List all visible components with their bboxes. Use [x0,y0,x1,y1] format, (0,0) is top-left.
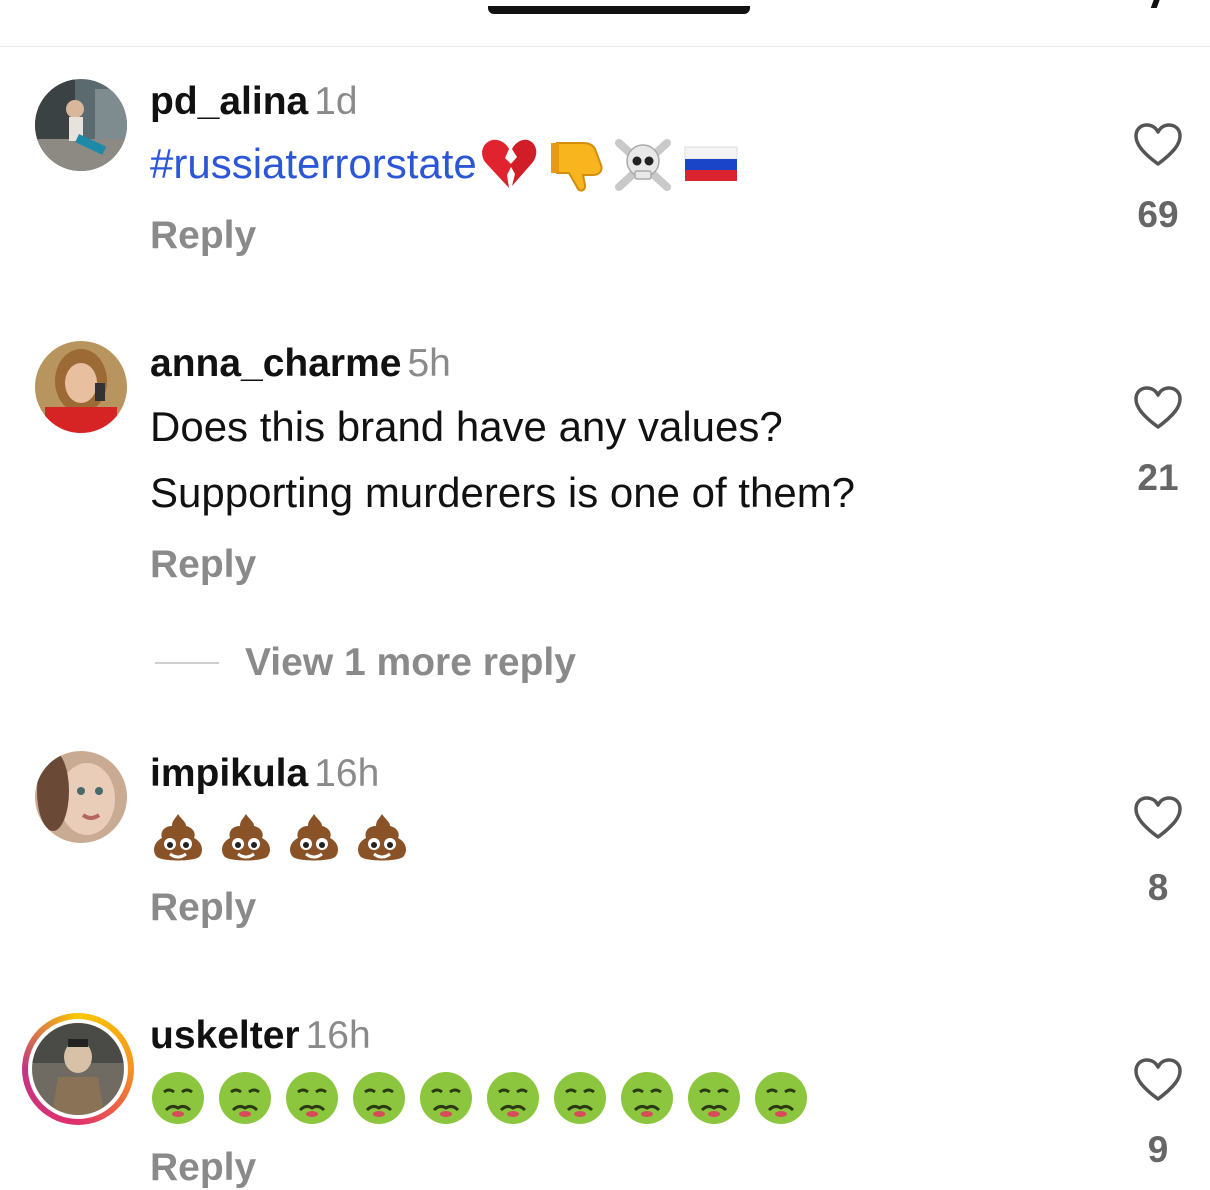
header-title-cropped [488,0,750,14]
comment-text: #russiaterrorstate [150,131,739,197]
avatar-image [35,79,127,171]
comment-text-line: Supporting murderers is one of them? [150,469,856,516]
avatar-image [35,341,127,433]
nauseated-face-icon [554,1072,606,1124]
skull-crossbones-icon [614,139,671,191]
reply-button[interactable]: Reply [150,543,256,587]
nauseated-face-icon [219,1072,271,1124]
nauseated-face-icon [286,1072,338,1124]
pile-of-poo-icon [222,814,270,861]
pile-of-poo-icon [358,814,406,861]
comment-header: pd_alina 1d [150,80,358,124]
filter-icon[interactable] [1128,0,1164,8]
avatar[interactable] [35,341,127,433]
like-count: 9 [1147,1129,1169,1170]
heart-icon[interactable] [1133,122,1183,168]
view-more-label: View 1 more reply [245,641,576,684]
avatar-image [32,1023,124,1115]
nauseated-face-icon [420,1072,472,1124]
nauseated-face-icon [487,1072,539,1124]
divider [155,662,219,664]
username[interactable]: impikula [150,752,308,795]
like-control: 8 [1128,795,1188,909]
view-more-replies-button[interactable]: View 1 more reply [155,638,576,688]
nauseated-face-icon [353,1072,405,1124]
reply-button[interactable]: Reply [150,214,256,258]
heart-icon[interactable] [1133,795,1183,841]
avatar-image [35,751,127,843]
russia-flag-icon [684,146,738,181]
pile-of-poo-icon [154,814,202,861]
pile-of-poo-icon [290,814,338,861]
like-count: 8 [1147,867,1169,908]
username[interactable]: anna_charme [150,342,401,385]
like-count: 21 [1137,457,1179,498]
comment-text-line: Does this brand have any values? [150,403,783,450]
emoji-row [150,1070,809,1126]
emoji-row [150,812,410,864]
username[interactable]: uskelter [150,1014,300,1057]
nauseated-face-icon [755,1072,807,1124]
avatar-story-ring[interactable] [22,1013,134,1125]
like-count: 69 [1137,194,1179,235]
comment-time: 16h [314,752,380,795]
avatar[interactable] [35,79,127,171]
nauseated-face-icon [621,1072,673,1124]
avatar[interactable] [35,751,127,843]
reply-button[interactable]: Reply [150,1146,256,1190]
thumbs-down-icon [550,142,603,192]
reply-button[interactable]: Reply [150,886,256,930]
broken-heart-icon [481,139,537,188]
header-bar [0,0,1210,47]
comment-time: 5h [407,342,451,385]
nauseated-face-icon [688,1072,740,1124]
hashtag-link[interactable]: #russiaterrorstate [150,131,477,197]
comment-time: 16h [305,1014,371,1057]
comment-header: uskelter 16h [150,1014,371,1058]
nauseated-face-icon [152,1072,204,1124]
comment-time: 1d [314,80,358,123]
comment-header: impikula 16h [150,752,379,796]
username[interactable]: pd_alina [150,80,308,123]
like-control: 21 [1128,385,1188,499]
like-control: 9 [1128,1057,1188,1171]
heart-icon[interactable] [1133,1057,1183,1103]
comment-header: anna_charme 5h [150,342,451,386]
like-control: 69 [1128,122,1188,236]
heart-icon[interactable] [1133,385,1183,431]
